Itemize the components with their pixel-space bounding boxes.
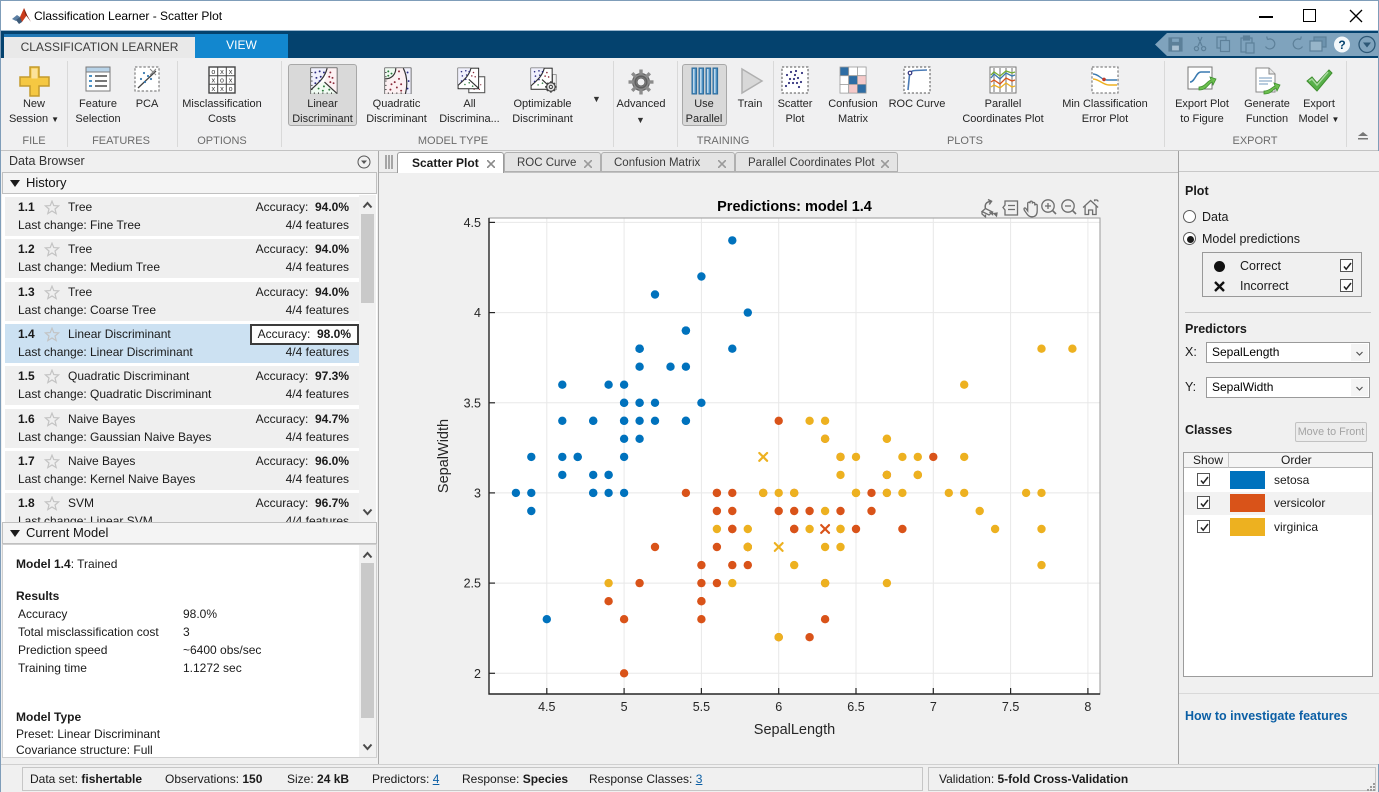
svg-text:2.5: 2.5 [464,577,481,591]
svg-text:4: 4 [474,306,481,320]
svg-text:3: 3 [474,486,481,500]
svg-text:8: 8 [1084,700,1091,714]
svg-text:x: x [220,86,224,94]
svg-text:3.5: 3.5 [464,396,481,410]
svg-text:x: x [220,69,224,77]
svg-text:o: o [220,78,224,86]
svg-text:x: x [228,78,232,86]
svg-text:o: o [211,69,215,77]
svg-text:5.5: 5.5 [693,700,710,714]
svg-text:5: 5 [621,700,628,714]
svg-text:x: x [211,78,215,86]
svg-text:x: x [228,69,232,77]
svg-text:6.5: 6.5 [847,700,864,714]
svg-text:SepalWidth: SepalWidth [436,419,452,493]
svg-text:7.5: 7.5 [1002,700,1019,714]
svg-text:2: 2 [474,667,481,681]
svg-text:SepalLength: SepalLength [754,722,835,738]
svg-text:4.5: 4.5 [464,216,481,230]
svg-text:Predictions: model 1.4: Predictions: model 1.4 [717,199,872,215]
svg-text:x: x [211,86,215,94]
svg-text:7: 7 [930,700,937,714]
svg-text:?: ? [1338,38,1345,52]
svg-text:4.5: 4.5 [538,700,555,714]
svg-text:o: o [228,86,232,94]
svg-text:6: 6 [775,700,782,714]
